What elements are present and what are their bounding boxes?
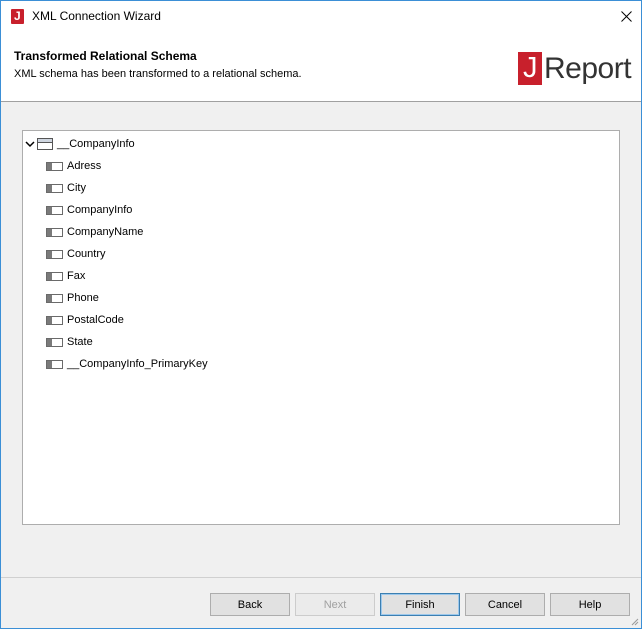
window-title: XML Connection Wizard <box>32 9 161 23</box>
chevron-down-icon[interactable] <box>25 139 35 149</box>
tree-root-label: __CompanyInfo <box>57 138 135 150</box>
column-icon <box>46 359 63 369</box>
next-button[interactable]: Next <box>295 593 375 616</box>
close-button[interactable] <box>611 1 641 32</box>
column-icon <box>46 315 63 325</box>
column-icon <box>46 205 63 215</box>
column-icon <box>46 227 63 237</box>
tree-column-node[interactable]: PostalCode <box>46 310 124 330</box>
column-icon <box>46 183 63 193</box>
title-bar: XML Connection Wizard <box>1 1 641 32</box>
tree-column-label: State <box>67 336 93 348</box>
wizard-window: XML Connection Wizard Transformed Relati… <box>0 0 642 629</box>
tree-column-label: Adress <box>67 160 102 172</box>
tree-column-label: CompanyInfo <box>67 204 133 216</box>
tree-column-node[interactable]: CompanyName <box>46 222 143 242</box>
tree-column-node[interactable]: Adress <box>46 156 101 176</box>
logo-wordmark: Report <box>544 51 632 85</box>
jreport-app-icon <box>11 9 24 24</box>
schema-tree[interactable]: __CompanyInfo Adress City CompanyInfo Co… <box>22 130 620 525</box>
wizard-body: __CompanyInfo Adress City CompanyInfo Co… <box>1 103 641 577</box>
tree-column-label: PostalCode <box>67 314 124 326</box>
page-subtitle: XML schema has been transformed to a rel… <box>14 68 302 80</box>
resize-grip-icon[interactable] <box>629 616 639 626</box>
logo-j-block: J <box>518 51 542 85</box>
tree-column-node[interactable]: State <box>46 332 93 352</box>
tree-column-label: Phone <box>67 292 99 304</box>
tree-column-node[interactable]: City <box>46 178 86 198</box>
column-icon <box>46 293 63 303</box>
wizard-header: Transformed Relational Schema XML schema… <box>1 32 641 102</box>
tree-column-label: Fax <box>67 270 86 282</box>
button-bar: Back Next Finish Cancel Help <box>1 577 641 628</box>
tree-column-node[interactable]: Fax <box>46 266 85 286</box>
column-icon <box>46 161 63 171</box>
tree-column-label: CompanyName <box>67 226 144 238</box>
cancel-button[interactable]: Cancel <box>465 593 545 616</box>
column-icon <box>46 337 63 347</box>
help-button[interactable]: Help <box>550 593 630 616</box>
column-icon <box>46 271 63 281</box>
close-icon <box>620 11 632 22</box>
tree-column-label: __CompanyInfo_PrimaryKey <box>67 358 208 370</box>
page-title: Transformed Relational Schema <box>14 49 197 63</box>
finish-button[interactable]: Finish <box>380 593 460 616</box>
jreport-logo: J Report <box>518 51 632 85</box>
tree-column-label: City <box>67 182 86 194</box>
tree-root-node[interactable]: __CompanyInfo <box>25 134 135 154</box>
tree-column-node[interactable]: Country <box>46 244 106 264</box>
logo-j-letter: J <box>523 51 538 84</box>
tree-column-label: Country <box>67 248 106 260</box>
tree-column-node[interactable]: CompanyInfo <box>46 200 132 220</box>
back-button[interactable]: Back <box>210 593 290 616</box>
tree-column-node[interactable]: Phone <box>46 288 99 308</box>
table-icon <box>37 138 53 150</box>
column-icon <box>46 249 63 259</box>
tree-column-node[interactable]: __CompanyInfo_PrimaryKey <box>46 354 208 374</box>
